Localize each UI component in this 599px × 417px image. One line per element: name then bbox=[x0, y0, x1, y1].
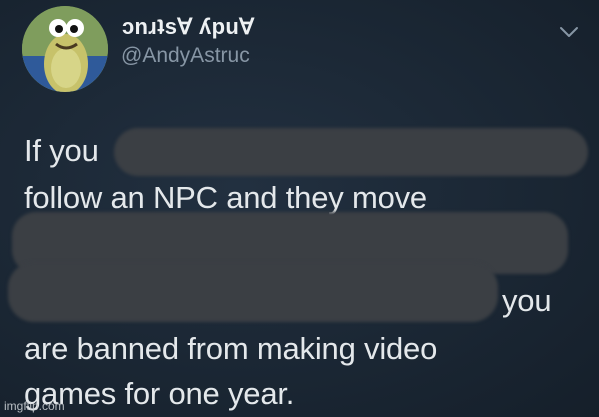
redaction-bar bbox=[114, 128, 588, 176]
tweet-text-line-3: you bbox=[502, 283, 552, 318]
tweet-text-line-4: are banned from making video bbox=[24, 331, 438, 366]
redaction-bar bbox=[8, 262, 498, 322]
tweet-text-line-1: If you bbox=[24, 133, 99, 168]
avatar[interactable] bbox=[22, 6, 108, 92]
display-name[interactable]: ɔnɹʇsⱯ ʎpuⱯ bbox=[122, 14, 254, 40]
user-handle[interactable]: @AndyAstruc bbox=[121, 44, 250, 68]
watermark: imgflip.com bbox=[4, 399, 65, 413]
tweet-card: ɔnɹʇsⱯ ʎpuⱯ @AndyAstruc If you follow an… bbox=[0, 0, 599, 417]
tweet-text-line-2: follow an NPC and they move bbox=[24, 180, 427, 215]
chevron-down-icon[interactable] bbox=[558, 24, 580, 40]
fish-avatar-icon bbox=[22, 6, 108, 92]
